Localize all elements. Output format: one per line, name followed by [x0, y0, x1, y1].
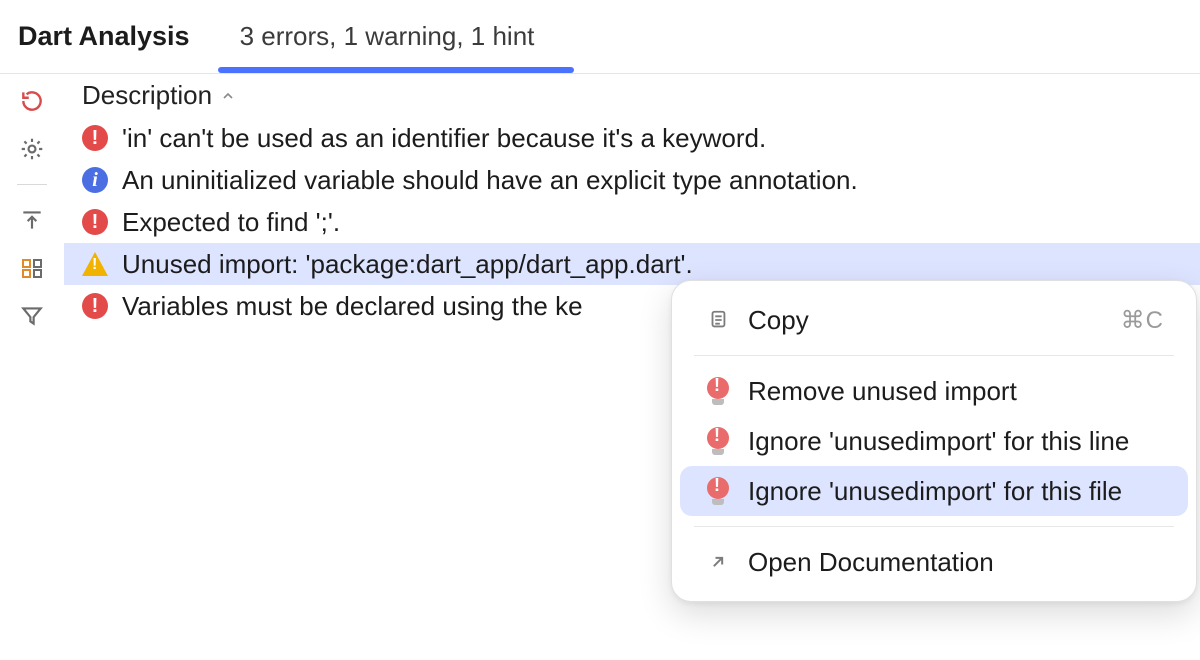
issue-text: 'in' can't be used as an identifier beca… — [122, 123, 766, 154]
menu-separator — [694, 355, 1174, 356]
bulb-error-icon: ! — [704, 477, 732, 505]
filter-icon[interactable] — [17, 301, 47, 331]
issue-row[interactable]: 'in' can't be used as an identifier beca… — [64, 117, 1200, 159]
error-icon — [82, 293, 108, 319]
external-link-icon — [704, 548, 732, 576]
warn-icon — [82, 252, 108, 276]
menu-separator — [694, 526, 1174, 527]
issue-row[interactable]: Unused import: 'package:dart_app/dart_ap… — [64, 243, 1200, 285]
gear-icon[interactable] — [17, 134, 47, 164]
menu-item-quickfix[interactable]: ! Remove unused import — [680, 366, 1188, 416]
active-tab-indicator — [218, 67, 574, 73]
menu-item-label: Remove unused import — [748, 376, 1164, 407]
info-icon — [82, 167, 108, 193]
issue-row[interactable]: Expected to find ';'. — [64, 201, 1200, 243]
group-by-icon[interactable] — [17, 253, 47, 283]
column-header-label: Description — [82, 80, 212, 111]
issue-text: Unused import: 'package:dart_app/dart_ap… — [122, 249, 693, 280]
bulb-error-icon: ! — [704, 377, 732, 405]
bulb-error-icon: ! — [704, 427, 732, 455]
menu-item-label: Ignore 'unusedimport' for this line — [748, 426, 1164, 457]
copy-icon — [704, 306, 732, 334]
menu-item-label: Ignore 'unusedimport' for this file — [748, 476, 1164, 507]
menu-item-label: Copy — [748, 305, 1105, 336]
issue-text: An uninitialized variable should have an… — [122, 165, 858, 196]
issue-row[interactable]: An uninitialized variable should have an… — [64, 159, 1200, 201]
sort-asc-icon — [220, 88, 236, 104]
issue-text: Expected to find ';'. — [122, 207, 340, 238]
context-menu: Copy ⌘C ! Remove unused import! Ignore 'un… — [671, 280, 1197, 602]
panel-summary-tab[interactable]: 3 errors, 1 warning, 1 hint — [240, 21, 535, 52]
restart-analyzer-icon[interactable] — [17, 86, 47, 116]
menu-item-open-documentation[interactable]: Open Documentation — [680, 537, 1188, 587]
menu-item-quickfix[interactable]: ! Ignore 'unusedimport' for this file — [680, 466, 1188, 516]
menu-item-label: Open Documentation — [748, 547, 1164, 578]
error-icon — [82, 125, 108, 151]
tool-gutter — [0, 74, 64, 660]
panel-body: Description 'in' can't be used as an ide… — [0, 74, 1200, 660]
panel-title[interactable]: Dart Analysis — [18, 21, 190, 52]
menu-item-copy[interactable]: Copy ⌘C — [680, 295, 1188, 345]
menu-item-quickfix[interactable]: ! Ignore 'unusedimport' for this line — [680, 416, 1188, 466]
column-header-description[interactable]: Description — [64, 74, 1200, 117]
panel-tabbar: Dart Analysis 3 errors, 1 warning, 1 hin… — [0, 0, 1200, 74]
menu-item-shortcut: ⌘C — [1121, 306, 1164, 335]
issues-panel: Description 'in' can't be used as an ide… — [64, 74, 1200, 660]
collapse-up-icon[interactable] — [17, 205, 47, 235]
error-icon — [82, 209, 108, 235]
issue-text: Variables must be declared using the ke — [122, 291, 583, 322]
gutter-separator — [17, 184, 47, 185]
